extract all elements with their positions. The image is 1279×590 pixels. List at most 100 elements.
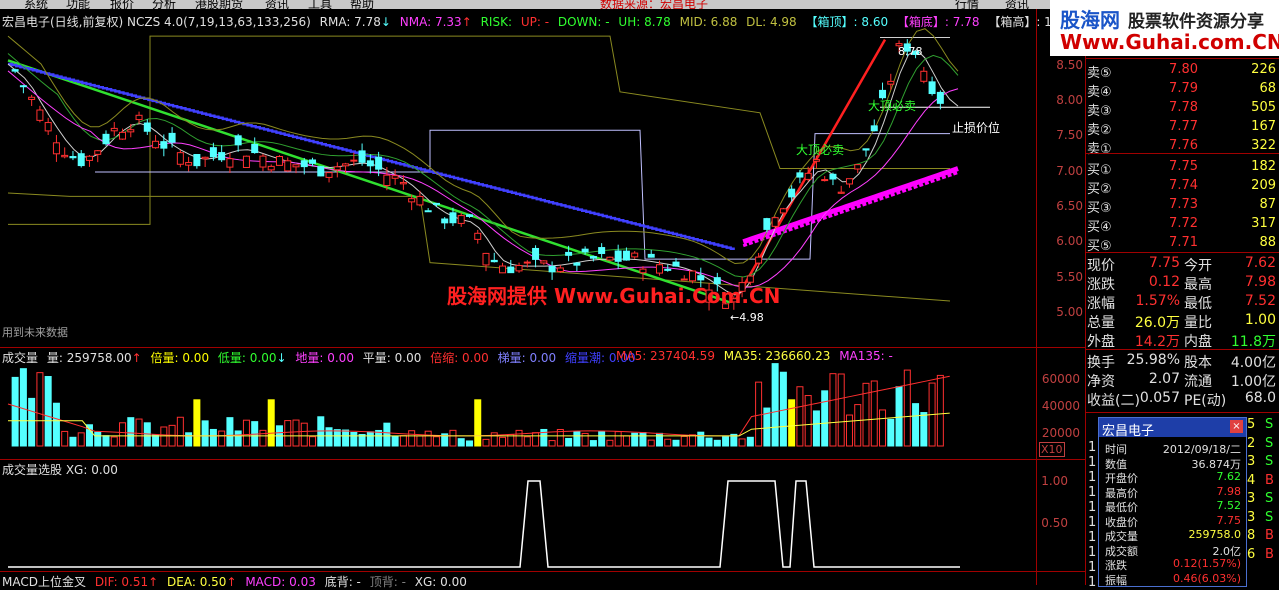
volume-bar — [879, 409, 887, 447]
candle-body — [507, 266, 515, 274]
volume-bar — [366, 431, 374, 447]
candle-body — [309, 159, 317, 164]
volume-bar — [242, 419, 250, 447]
tooltip-value: 7.98 — [1216, 484, 1242, 498]
price-axis-label: 6.50 — [1056, 199, 1083, 213]
tooltip-row: 收盘价 7.75 — [1103, 514, 1243, 529]
volume-bar — [94, 431, 102, 447]
candle-body — [36, 109, 44, 121]
candle-body — [85, 155, 93, 161]
volume-axis-label: 20000 — [1041, 426, 1080, 440]
down-arrow-icon: ↓ — [276, 351, 287, 365]
volume-bar — [259, 429, 267, 447]
sidebar-divider — [1086, 58, 1279, 59]
quote-label: 涨跌 — [1087, 277, 1115, 293]
candle-body — [284, 160, 292, 172]
volume-bar — [903, 369, 911, 447]
data-tooltip-window[interactable]: 宏昌电子 × 时间 2012/09/18/二 数值 36.874万 开盘价 7.62 最高价… — [1098, 417, 1247, 587]
volume-bar — [812, 410, 820, 447]
tooltip-row: 最低价 7.52 — [1103, 499, 1243, 514]
bei-value: 倍量: 0.00 — [150, 351, 210, 365]
volume-bar — [127, 417, 135, 447]
menu-item-hk[interactable]: 港股期货 — [195, 0, 243, 9]
mid-value: MID: 6.88 — [679, 15, 738, 29]
menu-item-news[interactable]: 资讯 — [265, 0, 289, 9]
volume-bar — [804, 395, 812, 447]
tooltip-value: 0.12(1.57%) — [1172, 557, 1241, 570]
menu-item-help[interactable]: 帮助 — [350, 0, 374, 9]
volume-bar — [499, 436, 507, 447]
order-price: 7.73 — [1169, 197, 1198, 212]
volume-bar — [69, 436, 77, 447]
order-volume: 209 — [1251, 178, 1276, 193]
candle-body — [44, 122, 52, 132]
menu-item-function[interactable]: 功能 — [66, 0, 90, 9]
volume-bar — [829, 373, 837, 447]
volume-bar — [639, 432, 647, 447]
candle-body — [457, 215, 465, 224]
tick-row-number: 1 — [1088, 500, 1097, 515]
menu-item-system[interactable]: 系统 — [24, 0, 48, 9]
volume-bar — [110, 436, 118, 447]
candle-body — [52, 142, 60, 155]
volume-bar — [292, 419, 300, 447]
volume-unit-badge: X10 — [1039, 442, 1065, 457]
candle-body — [366, 160, 374, 167]
candle-body — [474, 232, 482, 240]
volume-bar — [589, 440, 597, 447]
sidebar-divider — [1086, 252, 1279, 253]
quote-value: 0.057 — [1139, 390, 1180, 406]
quote-label: 内盘 — [1184, 334, 1212, 350]
down-arrow-icon: ↓ — [380, 15, 391, 29]
macd-xg: XG: 0.00 — [414, 575, 467, 589]
tab-news[interactable]: 资讯 — [1005, 0, 1029, 9]
volume-bar — [887, 418, 895, 447]
ti-value: 梯量: 0.00 — [497, 351, 557, 365]
candle-body — [804, 172, 812, 180]
order-book-row: 卖① 7.76 322 — [1086, 138, 1279, 157]
volume-indicator-name: 成交量 — [2, 351, 39, 365]
order-volume: 317 — [1251, 216, 1276, 231]
order-book-row: 卖⑤ 7.80 226 — [1086, 62, 1279, 81]
tick-direction: S — [1265, 491, 1274, 506]
ncsz-params: NCZS 4.0(7,19,13,63,133,256) — [127, 15, 311, 29]
dl-value: DL: 4.98 — [746, 15, 797, 29]
menu-item-quote[interactable]: 报价 — [110, 0, 134, 9]
candle-body — [829, 173, 837, 180]
volume-bar — [680, 435, 688, 447]
quote-label: 总量 — [1087, 315, 1115, 331]
tick-direction: S — [1265, 417, 1274, 432]
candle-body — [515, 265, 523, 272]
volume-bar — [598, 431, 606, 447]
quote-label: 最低 — [1184, 296, 1212, 312]
order-price: 7.79 — [1169, 81, 1198, 96]
quote-value: 7.62 — [1244, 255, 1276, 271]
volume-bar — [391, 435, 399, 447]
volume-bar — [424, 430, 432, 447]
candle-body — [614, 250, 622, 262]
order-volume: 167 — [1251, 119, 1276, 134]
di2-value: 地量: 0.00 — [295, 351, 354, 365]
candle-body — [317, 166, 325, 177]
volume-bar — [672, 439, 680, 447]
order-label: 卖⑤ — [1087, 66, 1112, 81]
order-volume: 505 — [1251, 100, 1276, 115]
tooltip-titlebar[interactable]: 宏昌电子 × — [1099, 418, 1246, 439]
bottom-divergence: 底背: - — [324, 575, 361, 589]
order-volume: 68 — [1259, 81, 1276, 96]
tick-direction: S — [1265, 454, 1274, 469]
up-arrow-icon: ↑ — [226, 575, 237, 589]
volume-bar — [267, 399, 275, 447]
order-book-row: 买② 7.74 209 — [1086, 178, 1279, 197]
volume-bar — [705, 437, 713, 447]
quote-value: 7.98 — [1244, 274, 1276, 290]
tab-quote[interactable]: 行情 — [955, 0, 979, 9]
menu-item-tools[interactable]: 工具 — [308, 0, 332, 9]
tick-row-number: 1 — [1088, 530, 1097, 545]
close-icon[interactable]: × — [1230, 420, 1243, 433]
candle-body — [242, 155, 250, 168]
volume-bar — [119, 422, 127, 447]
di-value: 低量: 0.00 — [217, 351, 277, 365]
box-top-value: 【箱顶】: 8.60 — [805, 15, 889, 29]
menu-item-analysis[interactable]: 分析 — [152, 0, 176, 9]
